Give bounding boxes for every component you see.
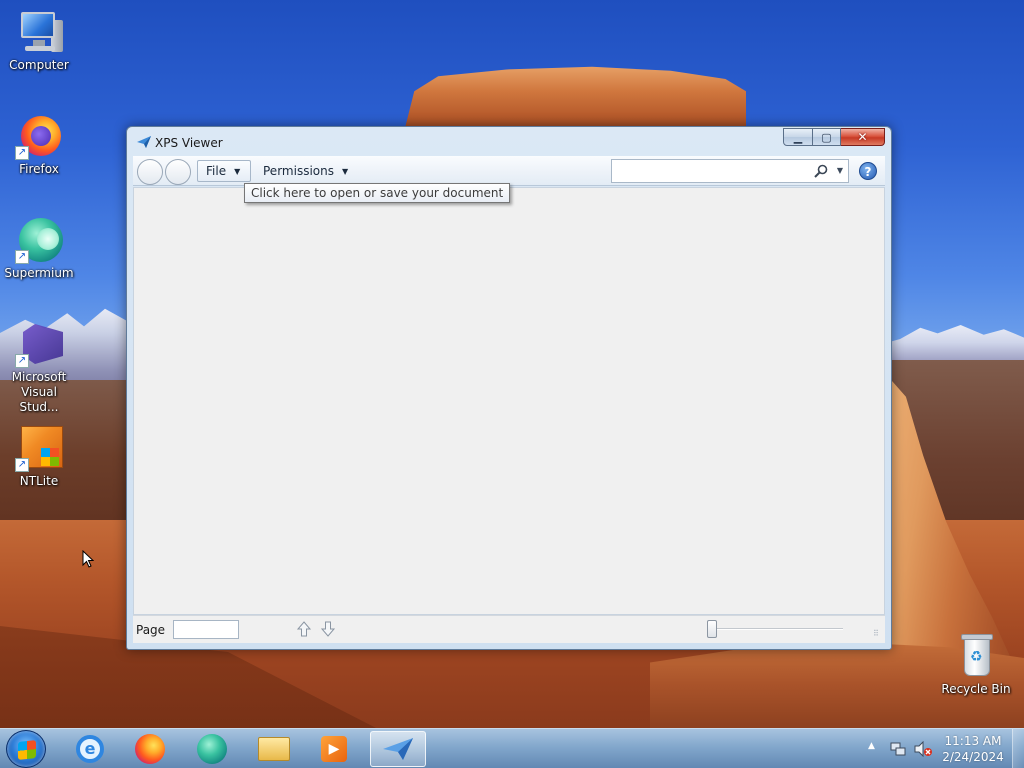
network-icon[interactable] <box>890 741 906 757</box>
permissions-menu-button[interactable]: Permissions ▼ <box>255 160 356 182</box>
next-page-button[interactable] <box>319 620 337 639</box>
desktop-icon-ntlite[interactable]: ↗ NTLite <box>0 424 78 489</box>
chevron-down-icon: ▼ <box>341 166 349 176</box>
desktop-icon-computer[interactable]: Computer <box>0 8 78 73</box>
page-label: Page <box>136 623 166 637</box>
forward-button[interactable] <box>165 159 191 185</box>
arrow-up-icon <box>296 621 312 637</box>
file-explorer-icon <box>258 737 290 761</box>
close-button[interactable]: ✕ <box>841 128 885 146</box>
taskbar-app-internet-explorer[interactable]: e <box>62 731 118 767</box>
help-icon: ? <box>864 165 872 179</box>
caption-buttons: ▁ ▢ ✕ <box>783 128 885 146</box>
file-menu-tooltip: Click here to open or save your document <box>244 183 511 203</box>
desktop-icon-supermium[interactable]: ↗ Supermium <box>0 216 78 281</box>
search-icon[interactable] <box>814 164 828 178</box>
document-viewport[interactable] <box>133 187 885 615</box>
supermium-icon: ↗ <box>15 216 63 264</box>
clock[interactable]: 11:13 AM 2/24/2024 <box>940 733 1006 765</box>
chevron-down-icon: ▼ <box>234 166 241 176</box>
permissions-menu-label: Permissions <box>263 164 334 178</box>
status-bar: Page ⠿ <box>133 615 885 643</box>
chevron-up-icon: ▲ <box>868 741 875 751</box>
visual-studio-icon: ↗ <box>15 320 63 368</box>
toolbar: File ▼ Permissions ▼ ▼ ? <box>133 156 885 186</box>
ntlite-icon: ↗ <box>15 424 63 472</box>
taskbar: e ▶ ▲ 11:13 AM 2/24/2024 <box>0 728 1024 768</box>
desktop-icon-label: Microsoft Visual Stud... <box>11 370 67 414</box>
recycle-bin-icon: ♻ <box>952 632 1000 680</box>
window-title: XPS Viewer <box>155 136 223 150</box>
shortcut-arrow-icon: ↗ <box>15 250 29 264</box>
taskbar-app-xps-viewer[interactable] <box>370 731 426 767</box>
desktop-icon-label: Recycle Bin <box>941 682 1011 696</box>
taskbar-app-media-player[interactable]: ▶ <box>306 731 362 767</box>
desktop-icon-label: Supermium <box>4 266 74 280</box>
clock-date: 2/24/2024 <box>942 750 1004 764</box>
taskbar-app-supermium[interactable] <box>184 731 240 767</box>
taskbar-app-file-explorer[interactable] <box>246 731 302 767</box>
resize-grip[interactable]: ⠿ <box>873 630 883 641</box>
desktop-icon-label: NTLite <box>19 474 59 488</box>
taskbar-app-firefox[interactable] <box>122 731 178 767</box>
search-options-dropdown-icon[interactable]: ▼ <box>837 166 843 175</box>
xps-viewer-icon <box>383 738 413 760</box>
desktop-icon-firefox[interactable]: ↗ Firefox <box>0 112 78 177</box>
mouse-cursor-icon <box>82 550 94 568</box>
media-player-icon: ▶ <box>321 736 347 762</box>
arrow-down-icon <box>320 621 336 637</box>
file-menu-button[interactable]: File ▼ <box>197 160 251 182</box>
zoom-slider-thumb[interactable] <box>707 620 717 638</box>
shortcut-arrow-icon: ↗ <box>15 146 29 160</box>
shortcut-arrow-icon: ↗ <box>15 458 29 472</box>
page-number-input[interactable] <box>173 620 239 639</box>
xps-viewer-window[interactable]: XPS Viewer ▁ ▢ ✕ File ▼ Permissions ▼ ▼ … <box>126 126 892 650</box>
firefox-icon <box>135 734 165 764</box>
file-menu-label: File <box>206 164 227 178</box>
maximize-icon: ▢ <box>821 130 832 144</box>
search-input[interactable]: ▼ <box>611 159 849 183</box>
computer-icon <box>15 8 63 56</box>
start-button[interactable] <box>6 730 46 768</box>
minimize-icon: ▁ <box>793 130 803 144</box>
title-bar[interactable]: XPS Viewer ▁ ▢ ✕ <box>127 127 891 157</box>
windows-logo-icon <box>18 740 36 760</box>
zoom-slider-track[interactable] <box>707 628 843 630</box>
clock-time: 11:13 AM <box>944 734 1002 748</box>
volume-muted-icon[interactable] <box>914 741 932 757</box>
previous-page-button[interactable] <box>295 620 313 639</box>
show-hidden-icons-button[interactable]: ▲ <box>868 741 875 751</box>
minimize-button[interactable]: ▁ <box>783 128 813 146</box>
xps-viewer-app-icon <box>137 136 151 148</box>
firefox-icon: ↗ <box>15 112 63 160</box>
show-desktop-button[interactable] <box>1012 729 1024 768</box>
internet-explorer-icon: e <box>76 735 104 763</box>
desktop-icon-visual-studio[interactable]: ↗ Microsoft Visual Stud... <box>0 320 78 415</box>
maximize-button[interactable]: ▢ <box>813 128 841 146</box>
help-button[interactable]: ? <box>859 162 877 180</box>
desktop-icon-label: Computer <box>9 58 69 72</box>
shortcut-arrow-icon: ↗ <box>15 354 29 368</box>
close-icon: ✕ <box>857 130 868 144</box>
wallpaper-cap-rock <box>404 66 746 132</box>
back-button[interactable] <box>137 159 163 185</box>
supermium-icon <box>197 734 227 764</box>
desktop-icon-label: Firefox <box>19 162 59 176</box>
desktop-icon-recycle-bin[interactable]: ♻ Recycle Bin <box>936 632 1016 697</box>
